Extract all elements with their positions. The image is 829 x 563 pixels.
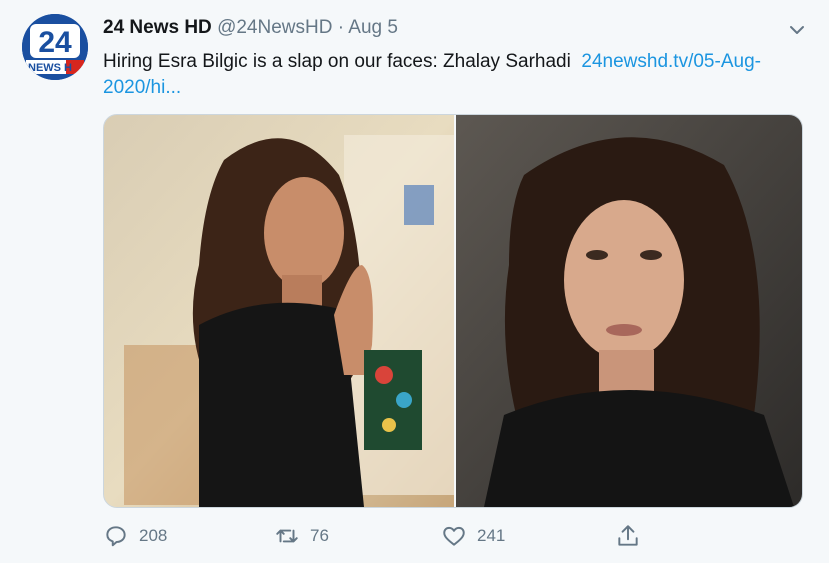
avatar[interactable]: 24 NEWS H	[22, 14, 88, 80]
like-button[interactable]: 241	[441, 518, 505, 554]
reply-count: 208	[139, 526, 168, 545]
heart-icon	[443, 526, 465, 546]
tweet-text: Hiring Esra Bilgic is a slap on our face…	[103, 49, 808, 101]
share-button[interactable]	[615, 518, 641, 554]
right-photo	[456, 115, 802, 507]
tweet-media[interactable]	[103, 114, 803, 508]
avatar-text: NEWS H	[28, 62, 72, 74]
retweet-button[interactable]: 76	[274, 518, 329, 554]
tweet-date[interactable]: Aug 5	[348, 17, 398, 38]
tweet-actions: 208 76 241	[103, 518, 643, 554]
author-handle[interactable]: @24NewsHD	[217, 17, 332, 38]
like-count: 241	[477, 526, 506, 545]
avatar-number: 24	[38, 26, 72, 59]
left-photo	[104, 115, 454, 507]
news-logo-icon: 24 NEWS H	[22, 14, 88, 80]
tweet-header: 24 News HD @24NewsHD · Aug 5	[103, 17, 398, 39]
tweet-body: Hiring Esra Bilgic is a slap on our face…	[103, 51, 571, 72]
reply-icon	[106, 526, 126, 547]
more-options-button[interactable]	[787, 20, 807, 40]
tweet[interactable]: 24 NEWS H 24 News HD @24NewsHD · Aug 5 H…	[0, 0, 829, 563]
media-image	[104, 115, 802, 507]
author-name[interactable]: 24 News HD	[103, 17, 212, 38]
chevron-down-icon	[790, 26, 804, 34]
share-icon	[618, 525, 638, 546]
retweet-icon	[276, 529, 298, 543]
reply-button[interactable]: 208	[103, 518, 167, 554]
separator-dot: ·	[337, 17, 345, 38]
retweet-count: 76	[310, 526, 329, 545]
